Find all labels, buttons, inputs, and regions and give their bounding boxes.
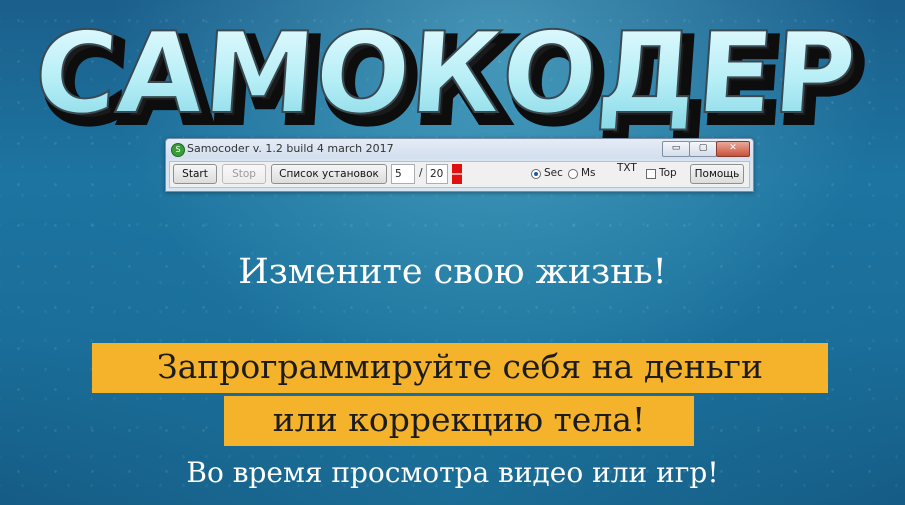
sec-radio[interactable]	[531, 169, 541, 179]
value-separator: /	[419, 167, 423, 179]
top-checkbox[interactable]	[646, 169, 656, 179]
logo-text: САМОКОДЕР	[30, 9, 860, 139]
status-indicator	[452, 164, 462, 184]
ms-radio[interactable]	[568, 169, 578, 179]
current-value-field[interactable]: 5	[391, 164, 415, 184]
top-label: Top	[659, 167, 677, 179]
promo-headline: Измените свою жизнь!	[238, 252, 667, 292]
total-value-field[interactable]: 20	[426, 164, 448, 184]
window-title: Samocoder v. 1.2 build 4 march 2017	[187, 142, 394, 155]
app-window: S Samocoder v. 1.2 build 4 march 2017 ▭ …	[165, 138, 754, 192]
sec-label: Sec	[544, 167, 563, 179]
promo-footer: Во время просмотра видео или игр!	[186, 456, 719, 489]
stop-button[interactable]: Stop	[222, 164, 266, 184]
help-button[interactable]: Помощь	[690, 164, 744, 184]
maximize-button[interactable]: ▢	[689, 141, 717, 157]
promo-banner-line1: Запрограммируйте себя на деньги	[92, 343, 828, 393]
window-titlebar[interactable]: S Samocoder v. 1.2 build 4 march 2017 ▭ …	[166, 139, 753, 159]
close-button[interactable]: ✕	[716, 141, 750, 157]
promo-banner-line2: или коррекцию тела!	[224, 396, 694, 446]
txt-label[interactable]: TXT	[617, 162, 637, 174]
start-button[interactable]: Start	[173, 164, 217, 184]
samokoder-logo: САМОКОДЕР САМОКОДЕР	[30, 8, 873, 146]
samocoder-app-icon: S	[171, 143, 185, 157]
presets-list-button[interactable]: Список установок	[271, 164, 387, 184]
window-toolbar: Start Stop Список установок 5 / 20 Sec M…	[169, 161, 750, 188]
ms-label: Ms	[581, 167, 596, 179]
minimize-button[interactable]: ▭	[662, 141, 690, 157]
